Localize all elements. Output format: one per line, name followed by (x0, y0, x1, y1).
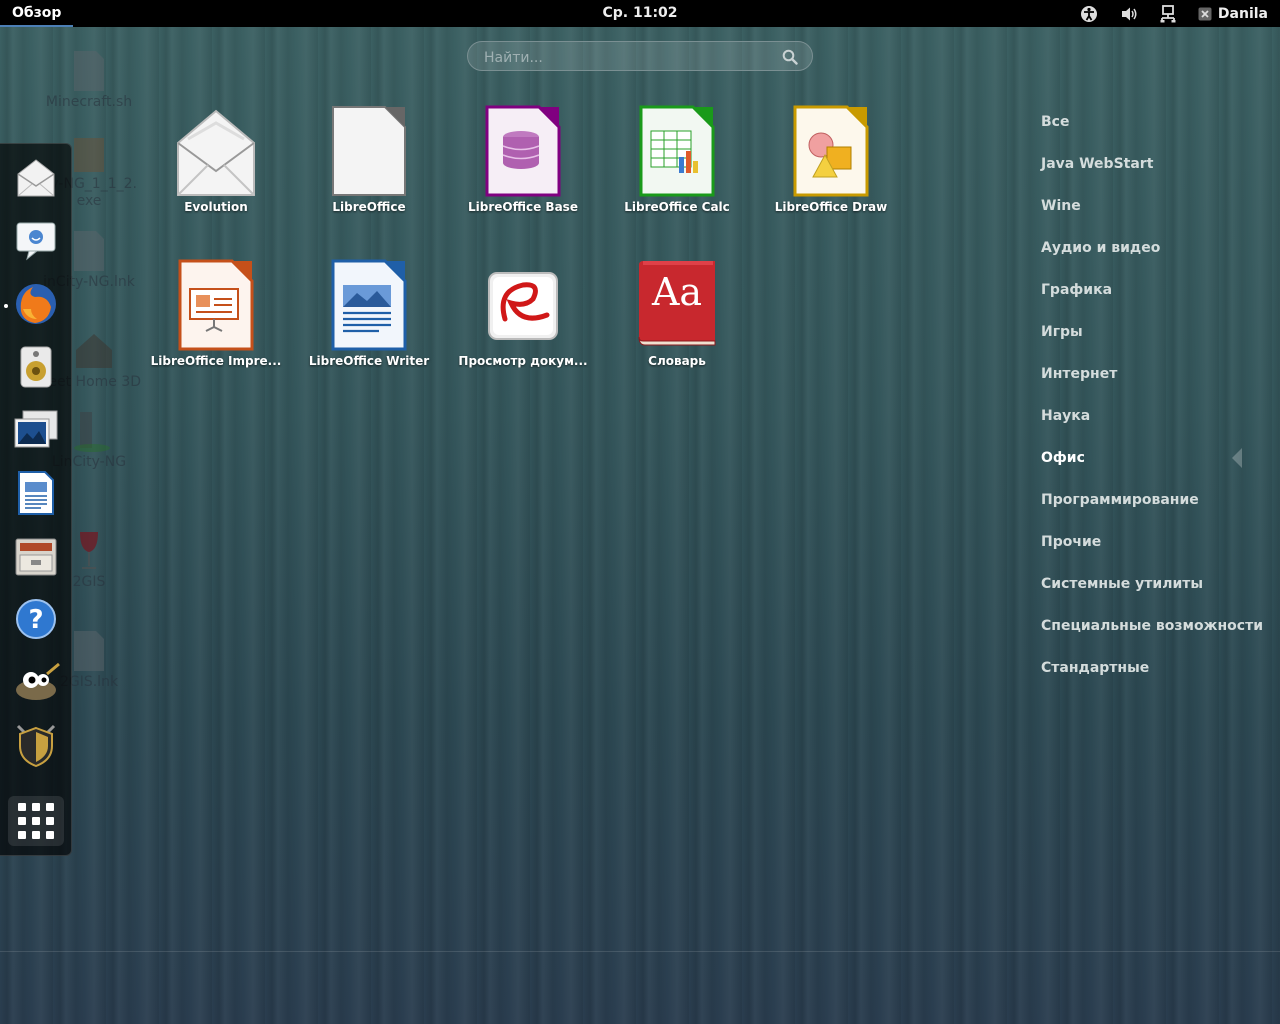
desktop-icon-label: Minecraft.sh (45, 94, 133, 110)
dash-item-rhythmbox[interactable] (10, 343, 62, 395)
user-name: Danila (1217, 5, 1268, 22)
app-label: Просмотр докум... (458, 354, 588, 368)
city-icon (72, 410, 110, 452)
wine-glass-icon (72, 530, 106, 572)
dictionary-glyph: Aa (651, 270, 702, 314)
app-libreoffice-base[interactable]: LibreOffice Base (453, 97, 593, 214)
category-other[interactable]: Прочие (1041, 530, 1263, 572)
app-libreoffice-impress[interactable]: LibreOffice Impre... (146, 251, 286, 368)
selected-category-arrow-icon (1231, 447, 1243, 473)
svg-text:?: ? (28, 605, 43, 635)
chat-bubble-icon (15, 221, 57, 265)
libreoffice-base-icon (481, 97, 565, 197)
document-viewer-icon (481, 251, 565, 351)
libreoffice-calc-icon (635, 97, 719, 197)
app-label: LibreOffice Impre... (150, 354, 282, 368)
app-libreoffice[interactable]: LibreOffice (299, 97, 439, 214)
category-internet[interactable]: Интернет (1041, 362, 1263, 404)
system-tray: Danila (1080, 0, 1268, 27)
dash-item-firefox[interactable] (4, 280, 62, 332)
dash-item-security[interactable] (10, 721, 62, 773)
envelope-icon (14, 158, 58, 202)
app-label: LibreOffice Calc (624, 200, 730, 214)
category-java-webstart[interactable]: Java WebStart (1041, 152, 1263, 194)
link-file-icon (72, 630, 106, 672)
writer-document-icon (17, 470, 55, 520)
top-bar: Обзор Ср. 11:02 Danila (0, 0, 1280, 27)
speaker-icon (19, 345, 53, 393)
app-label: Словарь (648, 354, 706, 368)
desktop-icon-minecraft: Minecraft.sh (34, 50, 144, 111)
libreoffice-impress-icon (174, 251, 258, 351)
desktop-icon-label: 2GIS (72, 574, 106, 590)
app-label: Evolution (184, 200, 248, 214)
category-accessories[interactable]: Стандартные (1041, 656, 1263, 698)
libreoffice-draw-icon (789, 97, 873, 197)
app-dictionary[interactable]: Aa Словарь (607, 251, 747, 368)
search-icon (782, 49, 798, 69)
category-all[interactable]: Все (1041, 110, 1263, 152)
search-box (467, 41, 813, 71)
link-file-icon (72, 230, 106, 272)
script-file-icon (72, 50, 106, 92)
desktop-icon-label-line2: exe (76, 193, 102, 209)
user-status-icon (1198, 7, 1212, 21)
archive-file-icon (72, 132, 106, 174)
libreoffice-writer-icon (327, 251, 411, 351)
category-graphics[interactable]: Графика (1041, 278, 1263, 320)
category-office[interactable]: Офис (1041, 446, 1263, 488)
category-list: Все Java WebStart Wine Аудио и видео Гра… (1041, 110, 1263, 698)
network-icon[interactable] (1160, 4, 1176, 23)
category-science[interactable]: Наука (1041, 404, 1263, 446)
show-applications-button[interactable] (8, 796, 64, 846)
dash-item-files[interactable] (10, 532, 62, 584)
category-audio-video[interactable]: Аудио и видео (1041, 236, 1263, 278)
app-label: LibreOffice (332, 200, 406, 214)
app-label: LibreOffice Draw (774, 200, 888, 214)
app-label: LibreOffice Writer (308, 354, 430, 368)
gimp-icon (11, 660, 61, 708)
show-applications-icon (18, 803, 54, 839)
activities-button[interactable]: Обзор (0, 0, 74, 27)
app-evolution[interactable]: Evolution (146, 97, 286, 214)
category-programming[interactable]: Программирование (1041, 488, 1263, 530)
accessibility-icon[interactable] (1080, 5, 1098, 23)
category-system-tools[interactable]: Системные утилиты (1041, 572, 1263, 614)
dash-item-evolution[interactable] (10, 154, 62, 206)
category-accessibility[interactable]: Специальные возможности (1041, 614, 1263, 656)
dash-item-help[interactable]: ? (10, 595, 62, 647)
dash-item-shotwell[interactable] (10, 406, 62, 458)
search-input[interactable] (482, 47, 776, 69)
category-wine[interactable]: Wine (1041, 194, 1263, 236)
app-libreoffice-draw[interactable]: LibreOffice Draw (761, 97, 901, 214)
evolution-icon (174, 97, 258, 197)
app-document-viewer[interactable]: Просмотр докум... (453, 251, 593, 368)
libreoffice-icon (327, 97, 411, 197)
dash-item-writer[interactable] (10, 469, 62, 521)
help-icon: ? (15, 598, 57, 644)
photos-icon (13, 409, 59, 455)
house-icon (72, 330, 112, 372)
message-tray-edge (0, 951, 1280, 952)
dash: ? (0, 143, 72, 856)
app-label: LibreOffice Base (468, 200, 578, 214)
firefox-icon (13, 281, 59, 331)
shield-icon (14, 722, 58, 772)
clock[interactable]: Ср. 11:02 (602, 5, 677, 21)
file-cabinet-icon (14, 535, 58, 581)
dictionary-icon: Aa (635, 251, 719, 351)
user-menu[interactable]: Danila (1198, 6, 1268, 22)
dash-item-empathy[interactable] (10, 217, 62, 269)
dash-item-gimp[interactable] (10, 658, 62, 710)
category-games[interactable]: Игры (1041, 320, 1263, 362)
volume-icon[interactable] (1120, 6, 1138, 22)
app-libreoffice-calc[interactable]: LibreOffice Calc (607, 97, 747, 214)
app-libreoffice-writer[interactable]: LibreOffice Writer (299, 251, 439, 368)
